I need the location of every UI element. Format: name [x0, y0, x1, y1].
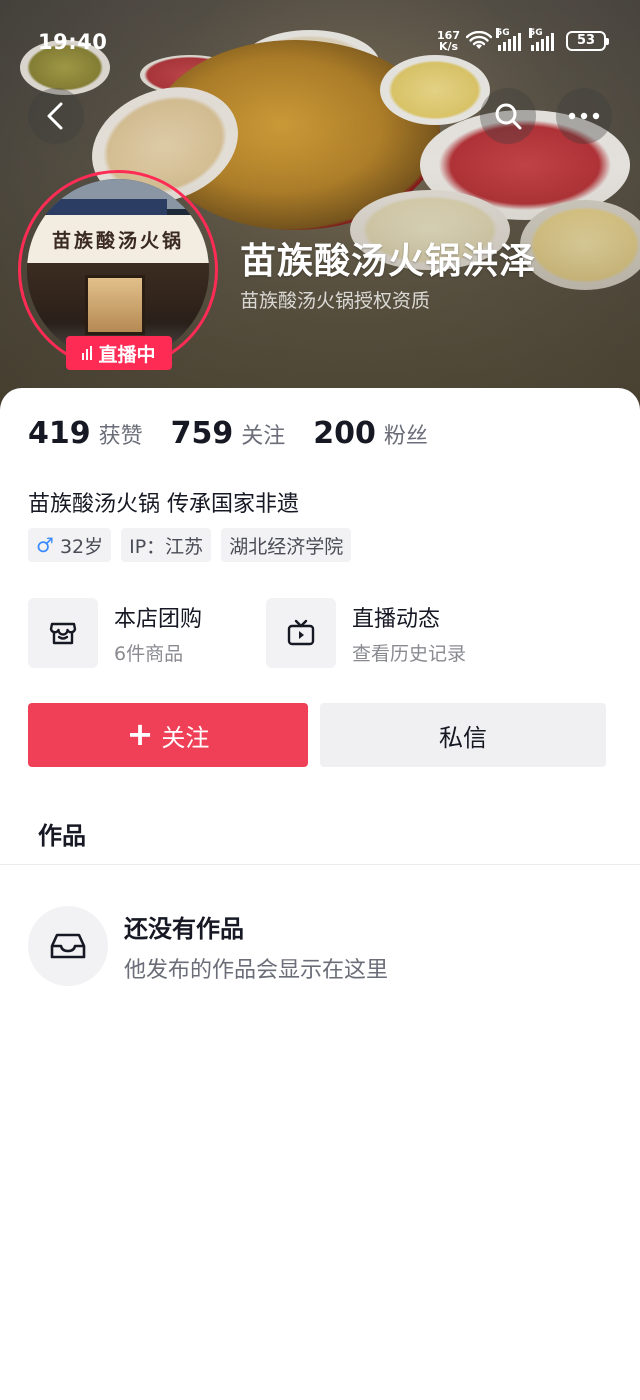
search-button[interactable]	[480, 88, 536, 144]
more-button[interactable]	[556, 88, 612, 144]
inbox-icon	[28, 906, 108, 986]
battery-icon: 53	[566, 31, 609, 51]
store-icon	[28, 598, 98, 668]
empty-state: 还没有作品 他发布的作品会显示在这里	[28, 906, 388, 986]
plus-icon: +	[126, 714, 154, 753]
stat-followers[interactable]: 200 粉丝	[313, 416, 428, 451]
live-label: 直播中	[98, 343, 156, 366]
tag-gender-age: ♂ 32岁	[28, 528, 112, 562]
live-bars-icon	[82, 346, 93, 360]
signal-icon-2: 5G	[529, 28, 554, 51]
signal-icon: 5G	[496, 28, 521, 51]
stat-value: 200	[313, 416, 376, 451]
service-subtitle: 查看历史记录	[352, 642, 467, 665]
profile-tags: ♂ 32岁 IP：江苏 湖北经济学院	[28, 528, 352, 562]
service-subtitle: 6件商品	[114, 642, 184, 665]
tag-age: 32岁	[59, 535, 104, 558]
status-bar: 19:40 167 K/s 5G 5G 53	[0, 26, 640, 60]
wifi-icon	[466, 31, 492, 49]
tv-icon	[266, 598, 336, 668]
message-button[interactable]: 私信	[320, 703, 606, 767]
male-icon: ♂	[36, 533, 54, 557]
service-title: 本店团购	[114, 606, 203, 632]
stat-likes[interactable]: 419 获赞	[28, 416, 143, 451]
avatar-image: 苗族酸汤火锅	[27, 179, 209, 361]
stat-following[interactable]: 759 关注	[171, 416, 286, 451]
empty-title: 还没有作品	[124, 914, 244, 943]
more-dots-icon	[568, 112, 600, 120]
tag-ip: IP：江苏	[121, 528, 212, 562]
divider	[0, 864, 640, 865]
stat-value: 759	[170, 416, 234, 451]
shop-name: 苗族酸汤火锅洪泽	[240, 241, 537, 282]
action-buttons: + 关注 私信	[28, 703, 606, 767]
stat-value: 419	[28, 416, 91, 451]
back-button[interactable]	[28, 88, 84, 144]
stat-label: 粉丝	[383, 424, 428, 449]
tag-school[interactable]: 湖北经济学院	[221, 528, 352, 562]
shop-subtitle[interactable]: 苗族酸汤火锅授权资质	[240, 286, 430, 313]
service-live-history[interactable]: 直播动态 查看历史记录	[266, 598, 504, 668]
chevron-left-icon	[47, 102, 63, 130]
profile-bio: 苗族酸汤火锅 传承国家非遗	[28, 492, 299, 517]
stats-row: 419 获赞 759 关注 200 粉丝	[28, 416, 456, 451]
stat-label: 获赞	[98, 424, 143, 449]
stat-label: 关注	[241, 424, 286, 449]
service-title: 直播动态	[352, 606, 441, 632]
services-row: 本店团购 6件商品 直播动态 查看历史记录	[28, 598, 504, 668]
follow-label: 关注	[161, 723, 210, 752]
follow-button[interactable]: + 关注	[28, 703, 308, 767]
live-badge[interactable]: 直播中	[66, 336, 172, 370]
tab-works[interactable]: 作品	[38, 816, 86, 851]
search-icon	[495, 103, 522, 130]
service-group-buy[interactable]: 本店团购 6件商品	[28, 598, 266, 668]
empty-subtitle: 他发布的作品会显示在这里	[124, 957, 389, 983]
profile-card: 419 获赞 759 关注 200 粉丝 苗族酸汤火锅 传承国家非遗 ♂ 32岁…	[0, 388, 640, 1400]
status-time: 19:40	[38, 30, 108, 54]
net-speed: 167 K/s	[437, 29, 460, 53]
